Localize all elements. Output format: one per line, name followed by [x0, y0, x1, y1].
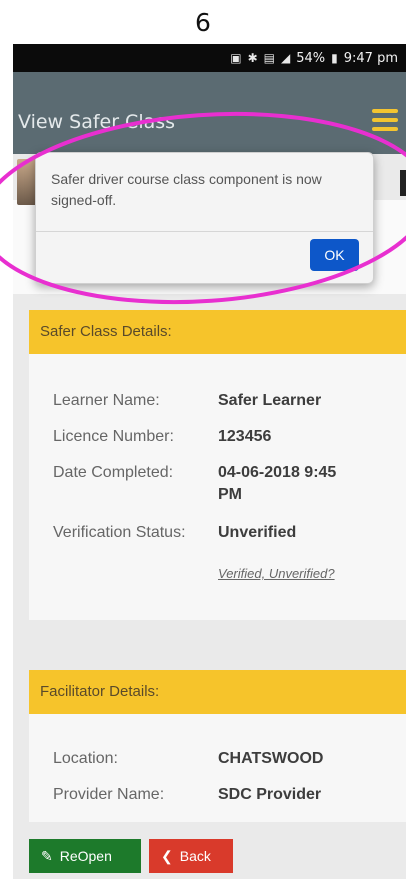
back-button[interactable]: ❮ Back: [149, 839, 233, 873]
back-label: Back: [179, 848, 211, 864]
verification-status-label: Verification Status:: [53, 524, 186, 541]
class-details-heading: Safer Class Details:: [29, 310, 406, 354]
bluetooth-icon: ✱: [247, 51, 258, 65]
location-value: CHATSWOOD: [218, 750, 324, 767]
edit-icon: ✎: [41, 847, 53, 864]
licence-number-value: 123456: [218, 428, 272, 445]
provider-name-label: Provider Name:: [53, 786, 165, 803]
date-completed-value: 04-06-2018 9:45 PM: [218, 464, 337, 503]
learner-name-value: Safer Learner: [218, 392, 322, 409]
action-buttons: ✎ ReOpen ❮ Back: [29, 839, 233, 873]
reopen-label: ReOpen: [59, 848, 112, 864]
verification-status-value: Unverified: [218, 524, 297, 541]
signal-icon: ◢: [281, 51, 291, 65]
facilitator-details-heading: Facilitator Details:: [29, 670, 406, 714]
battery-level: 54%: [296, 50, 326, 66]
page-title: View Safer Class: [18, 111, 176, 133]
facilitator-details-card: Facilitator Details: Location: CHATSWOOD…: [29, 670, 406, 822]
class-details-card: Safer Class Details: Learner Name: Safer…: [29, 310, 406, 620]
reopen-button[interactable]: ✎ ReOpen: [29, 839, 141, 873]
signoff-dialog: Safer driver course class component is n…: [35, 152, 374, 284]
ok-button[interactable]: OK: [310, 239, 359, 271]
status-bar: ▣ ✱ ▤ ◢ 54% ▮ 9:47 pm: [13, 44, 406, 72]
learner-name-label: Learner Name:: [53, 392, 160, 409]
hamburger-menu-icon[interactable]: [372, 109, 398, 131]
screen-mirror-icon: ▣: [230, 51, 242, 65]
dialog-message: Safer driver course class component is n…: [51, 171, 322, 208]
verification-help-link[interactable]: Verified, Unverified?: [218, 566, 335, 581]
clock: 9:47 pm: [343, 50, 398, 66]
app-header: View Safer Class: [13, 72, 406, 154]
battery-icon: ▮: [331, 51, 338, 65]
date-completed-label: Date Completed:: [53, 464, 174, 481]
location-label: Location:: [53, 750, 118, 767]
profile-badge: [400, 170, 406, 196]
volte-icon: ▤: [263, 51, 275, 65]
licence-number-label: Licence Number:: [53, 428, 174, 445]
dialog-divider: [36, 231, 373, 232]
chevron-left-icon: ❮: [161, 847, 173, 864]
provider-name-value: SDC Provider: [218, 786, 322, 803]
page-number: 6: [195, 8, 211, 37]
